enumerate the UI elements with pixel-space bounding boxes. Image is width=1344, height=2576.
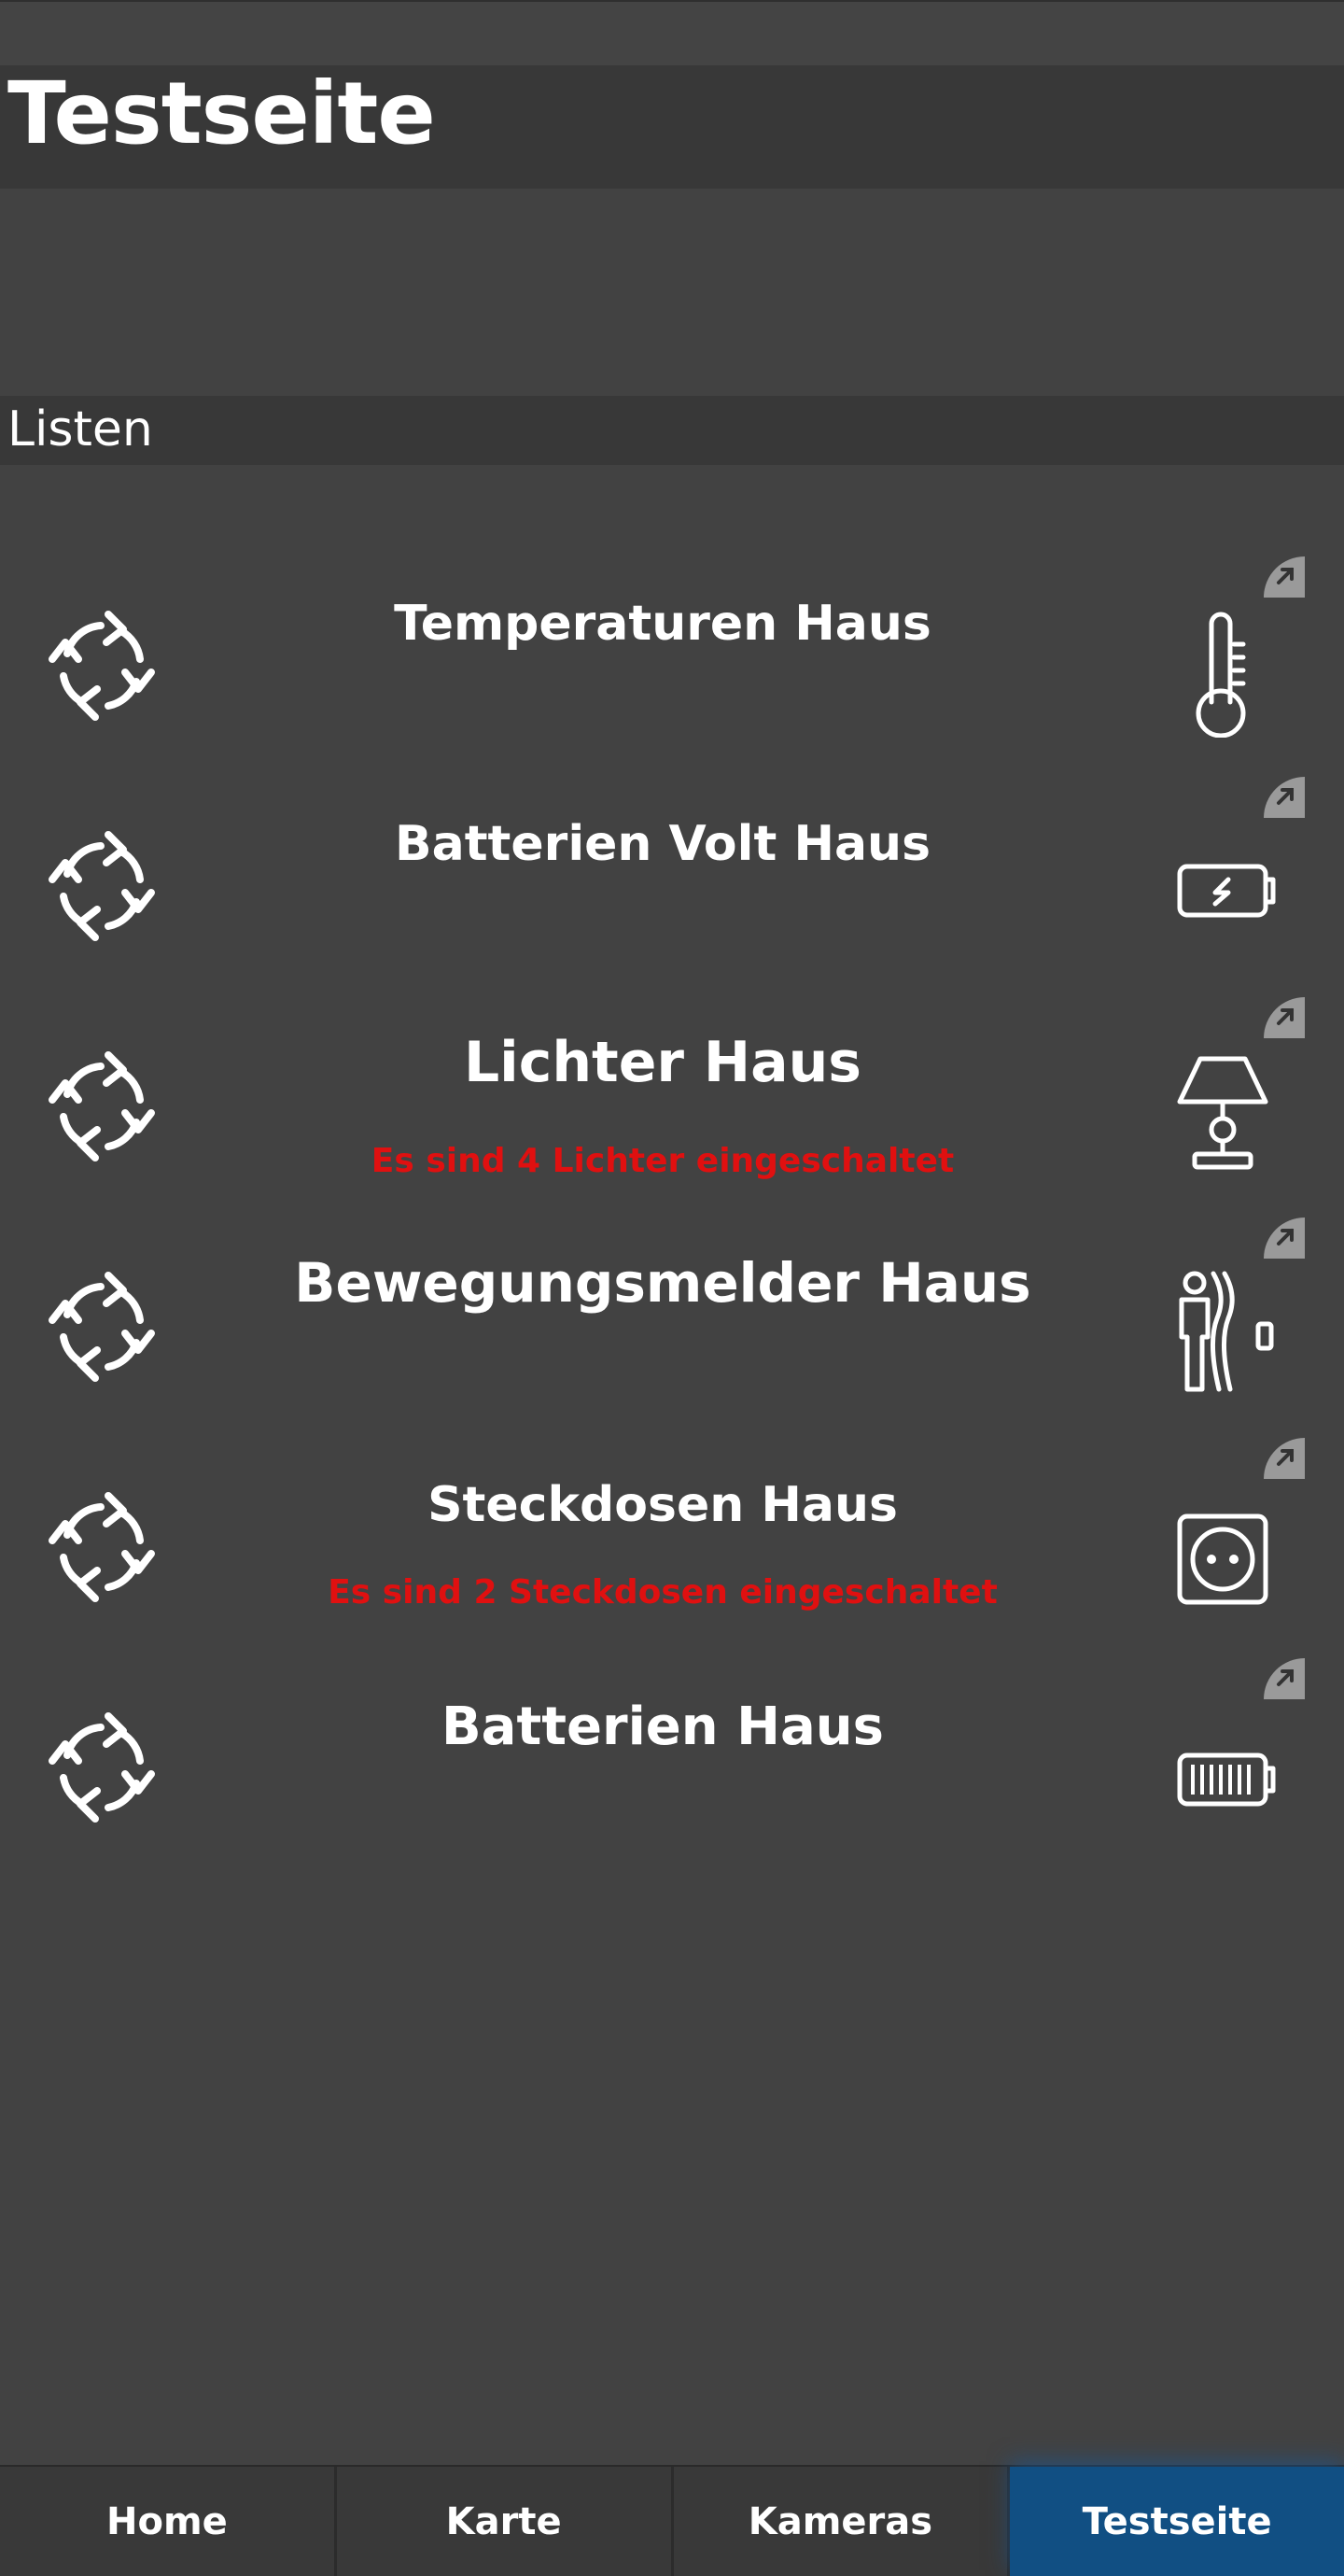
tab-home[interactable]: Home [0, 2467, 337, 2576]
expand-badge-icon[interactable] [1258, 1653, 1307, 1701]
table-lamp-icon [1161, 1038, 1282, 1178]
section-title: Listen [7, 401, 153, 457]
page: Testseite Listen Temperaturen Haus Batte… [0, 0, 1344, 2576]
section-header [0, 396, 1344, 465]
power-socket-icon [1161, 1479, 1282, 1619]
expand-badge-icon[interactable] [1258, 551, 1307, 599]
expand-badge-icon[interactable] [1258, 1432, 1307, 1481]
list-item-temperaturen[interactable]: Temperaturen Haus [0, 551, 1344, 771]
battery-charging-icon [1161, 818, 1282, 958]
page-title: Testseite [7, 63, 436, 163]
row-title: Bewegungsmelder Haus [294, 1251, 1031, 1315]
refresh-icon[interactable] [41, 605, 162, 726]
row-title: Steckdosen Haus [427, 1477, 898, 1533]
list-item-bewegungsmelder[interactable]: Bewegungsmelder Haus [0, 1212, 1344, 1432]
refresh-icon[interactable] [41, 1486, 162, 1608]
row-status-text: Es sind 2 Steckdosen eingeschaltet [328, 1573, 998, 1612]
bottom-tab-bar: Home Karte Kameras Testseite [0, 2465, 1344, 2576]
refresh-icon[interactable] [41, 1046, 162, 1167]
expand-badge-icon[interactable] [1258, 771, 1307, 820]
tab-testseite[interactable]: Testseite [1010, 2467, 1344, 2576]
row-status-text: Es sind 4 Lichter eingeschaltet [371, 1142, 955, 1180]
expand-badge-icon[interactable] [1258, 992, 1307, 1040]
list-item-lichter[interactable]: Lichter Haus Es sind 4 Lichter eingescha… [0, 992, 1344, 1212]
refresh-icon[interactable] [41, 1707, 162, 1828]
list-item-batterien[interactable]: Batterien Haus [0, 1653, 1344, 1873]
refresh-icon[interactable] [41, 1266, 162, 1387]
thermometer-icon [1161, 598, 1282, 738]
row-title: Batterien Haus [441, 1696, 884, 1757]
row-title: Lichter Haus [463, 1030, 862, 1095]
tab-karte[interactable]: Karte [337, 2467, 674, 2576]
battery-full-icon [1161, 1699, 1282, 1839]
list-item-batterien-volt[interactable]: Batterien Volt Haus [0, 771, 1344, 992]
tab-kameras[interactable]: Kameras [674, 2467, 1011, 2576]
row-title: Temperaturen Haus [394, 596, 931, 652]
row-title: Batterien Volt Haus [394, 816, 931, 872]
list-item-steckdosen[interactable]: Steckdosen Haus Es sind 2 Steckdosen ein… [0, 1432, 1344, 1653]
expand-badge-icon[interactable] [1258, 1212, 1307, 1260]
status-strip [0, 0, 1344, 65]
refresh-icon[interactable] [41, 825, 162, 947]
motion-sensor-icon [1161, 1259, 1282, 1399]
